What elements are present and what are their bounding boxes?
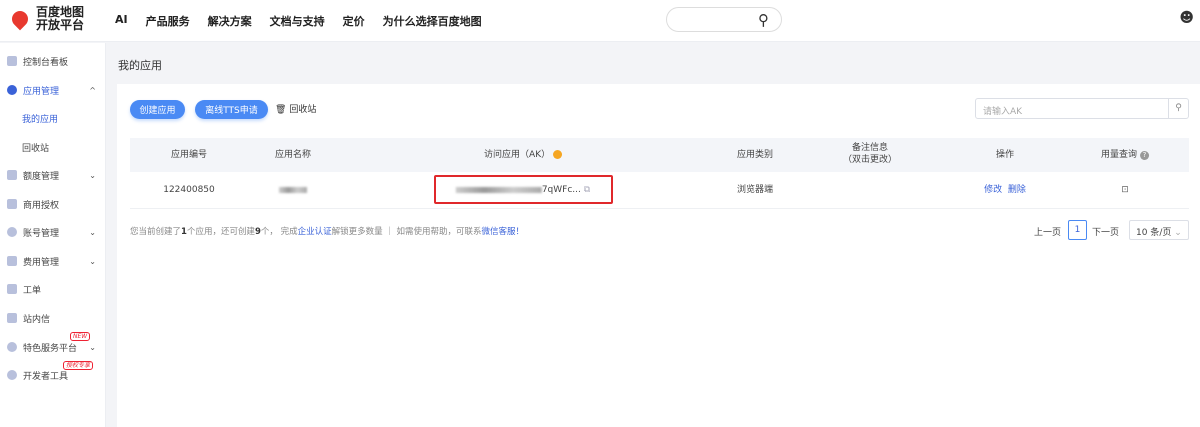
- search-placeholder: 请输入AK: [983, 107, 1023, 117]
- app-name-blurred: [279, 184, 307, 196]
- sidebar-item-license[interactable]: 商用授权: [0, 194, 106, 214]
- nav-products[interactable]: 产品服务: [146, 13, 190, 29]
- next-page-button[interactable]: 下一页: [1092, 225, 1119, 238]
- sidebar-item-messages[interactable]: 站内信: [0, 308, 106, 328]
- shield-icon: [7, 370, 17, 380]
- col-remark: 备注信息 （双击更改）: [843, 142, 897, 166]
- col-id: 应用编号: [170, 150, 208, 160]
- quota-note: 您当前创建了1个应用，还可创建9个， 完成企业认证解锁更多数量 ｜ 如需使用帮助…: [130, 227, 525, 237]
- edit-link[interactable]: 修改: [984, 185, 1002, 195]
- chevron-down-icon: ⌄: [89, 227, 96, 237]
- sidebar-label: 账号管理: [23, 228, 60, 239]
- sidebar: 控制台看板 应用管理 ^ 我的应用 回收站 额度管理 ⌄ 商用授权 账号管理 ⌄ 费用…: [0, 43, 106, 427]
- search-icon[interactable]: ⚲: [1168, 99, 1188, 118]
- col-type: 应用类别: [736, 150, 774, 160]
- sidebar-item-my-apps[interactable]: 我的应用: [0, 108, 106, 128]
- help-icon[interactable]: ?: [1139, 151, 1149, 160]
- enterprise-auth-link[interactable]: 企业认证: [298, 227, 332, 237]
- recycle-label: 回收站: [289, 105, 317, 115]
- create-app-button[interactable]: 创建应用: [130, 100, 185, 119]
- col-remark-label: 备注信息: [851, 143, 889, 153]
- sidebar-item-billing[interactable]: 费用管理 ⌄: [0, 251, 106, 271]
- apps-icon: [7, 85, 17, 95]
- app-id: 122400850: [163, 185, 215, 195]
- offline-tts-button[interactable]: 离线TTS申请: [195, 100, 268, 119]
- sidebar-label: 站内信: [23, 314, 51, 325]
- highlight-box: [434, 175, 613, 204]
- app-type: 浏览器端: [736, 185, 774, 195]
- sidebar-item-dashboard[interactable]: 控制台看板: [0, 51, 106, 71]
- logo[interactable]: 百度地图 开放平台: [8, 6, 85, 32]
- nav-docs[interactable]: 文档与支持: [270, 13, 325, 29]
- page-size-select[interactable]: 10 条/页 ⌄: [1129, 220, 1189, 240]
- sidebar-item-dev-tools[interactable]: 开发者工具: [0, 365, 106, 385]
- sidebar-label: 工单: [23, 285, 42, 296]
- billing-icon: [7, 256, 17, 266]
- sidebar-label: 特色服务平台: [23, 343, 78, 354]
- map-pin-icon: [8, 7, 32, 31]
- chevron-down-icon: ⌄: [89, 256, 96, 266]
- page-size-value: 10 条/页: [1136, 228, 1172, 238]
- top-header: 百度地图 开放平台 AI 产品服务 解决方案 文档与支持 定价 为什么选择百度地图…: [0, 0, 1200, 42]
- sidebar-item-ticket[interactable]: 工单: [0, 279, 106, 299]
- sidebar-label: 应用管理: [23, 86, 60, 97]
- nav-pricing[interactable]: 定价: [343, 13, 365, 29]
- col-usage: 用量查询 ?: [1101, 149, 1149, 161]
- sidebar-item-special-services[interactable]: 特色服务平台 ⌄: [0, 337, 106, 357]
- row-actions: 修改 删除: [984, 184, 1026, 196]
- chart-icon: [7, 170, 17, 180]
- nav-why[interactable]: 为什么选择百度地图: [383, 13, 482, 29]
- gear-icon: [7, 227, 17, 237]
- page-1-button[interactable]: 1: [1068, 220, 1087, 240]
- col-actions: 操作: [995, 150, 1015, 160]
- col-ak: 访问应用（AK）: [484, 149, 562, 161]
- chevron-down-icon: ⌄: [89, 342, 96, 352]
- ticket-icon: [7, 284, 17, 294]
- prev-page-button[interactable]: 上一页: [1034, 225, 1061, 238]
- sidebar-label: 额度管理: [23, 171, 60, 182]
- info-icon[interactable]: [552, 150, 562, 159]
- sidebar-label: 我的应用: [22, 114, 59, 125]
- sidebar-label: 商用授权: [23, 200, 60, 211]
- delete-link[interactable]: 删除: [1008, 185, 1026, 195]
- page-title: 我的应用: [118, 59, 162, 72]
- user-icon[interactable]: ☻: [1179, 10, 1194, 26]
- col-name: 应用名称: [274, 150, 312, 160]
- chevron-down-icon: ⌄: [89, 170, 96, 180]
- cube-icon: [7, 342, 17, 352]
- usage-chart-icon[interactable]: ⊡: [1121, 184, 1129, 196]
- col-remark-hint: （双击更改）: [842, 155, 898, 165]
- sidebar-label: 控制台看板: [23, 57, 69, 68]
- sidebar-item-account[interactable]: 账号管理 ⌄: [0, 222, 106, 242]
- sidebar-label: 回收站: [22, 143, 50, 154]
- sidebar-item-recycle[interactable]: 回收站: [0, 137, 106, 157]
- recycle-bin-button[interactable]: 🗑 回收站: [275, 102, 316, 115]
- sidebar-item-quota[interactable]: 额度管理 ⌄: [0, 165, 106, 185]
- col-ak-label: 访问应用（AK）: [484, 150, 551, 160]
- nav-solutions[interactable]: 解决方案: [208, 13, 252, 29]
- sidebar-label: 费用管理: [23, 257, 60, 268]
- logo-text: 开放平台: [36, 18, 85, 32]
- sidebar-label: 开发者工具: [23, 371, 69, 382]
- nav-ai[interactable]: AI: [115, 13, 128, 29]
- dashboard-icon: [7, 56, 17, 66]
- sidebar-item-app-management[interactable]: 应用管理 ^: [0, 80, 106, 100]
- chevron-up-icon: ^: [89, 85, 96, 95]
- top-nav: AI 产品服务 解决方案 文档与支持 定价 为什么选择百度地图: [115, 13, 500, 29]
- mail-icon: [7, 313, 17, 323]
- wechat-support-link[interactable]: 微信客服！: [482, 227, 525, 237]
- ak-search-input[interactable]: 请输入AK ⚲: [975, 98, 1189, 119]
- table-header: 应用编号 应用名称 访问应用（AK） 应用类别 备注信息 （双击更改） 操作 用量…: [130, 138, 1189, 172]
- trash-icon: 🗑: [275, 105, 287, 115]
- global-search[interactable]: ⚲: [666, 7, 782, 32]
- col-usage-label: 用量查询: [1101, 150, 1138, 160]
- chevron-down-icon: ⌄: [1174, 228, 1182, 238]
- briefcase-icon: [7, 199, 17, 209]
- apps-card: 创建应用 离线TTS申请 🗑 回收站 请输入AK ⚲ 应用编号 应用名称 访问应用…: [117, 84, 1200, 427]
- table-row: 122400850 7qWFc... ⧉ 浏览器端 修改 删除 ⊡: [130, 172, 1189, 209]
- search-icon[interactable]: ⚲: [758, 11, 769, 29]
